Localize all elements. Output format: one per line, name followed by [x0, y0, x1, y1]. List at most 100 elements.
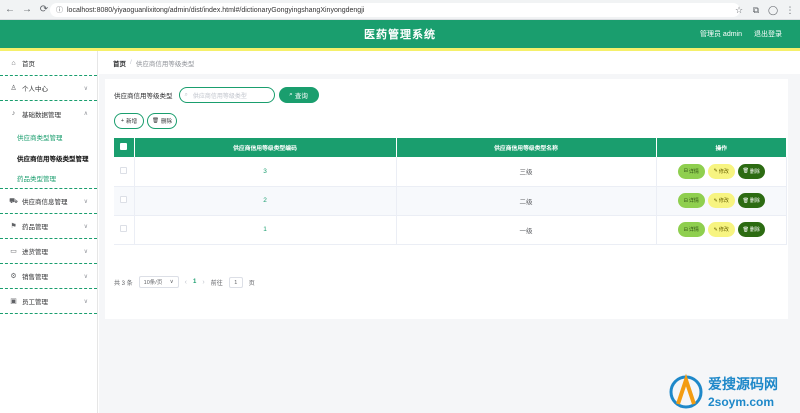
reload-icon[interactable]: ⟳ [37, 3, 51, 17]
app-title: 医药管理系统 [364, 29, 436, 41]
cell-ops: ⊟ 详情 ✎ 修改 🗑 删除 [656, 157, 787, 187]
search-button[interactable]: ⌕ 查询 [278, 87, 319, 103]
page-size-select[interactable]: 10条/页 ∨ [138, 276, 179, 288]
pagination: 共 3 条 10条/页 ∨ ‹ 1 › 前往 1 页 [114, 276, 255, 288]
chevron-down-icon: ∨ [83, 85, 88, 92]
data-table: 供应商信用等级类型编码 供应商信用等级类型名称 操作 3 三级 ⊟ 详情 ✎ 修改 … [114, 138, 787, 245]
page-number[interactable]: 1 [193, 279, 196, 285]
sidebar-item-home[interactable]: ⌂ 首页 [0, 51, 97, 76]
content-panel: 供应商信用等级类型 ⌕ 供应商信用等级类型 ⌕ 查询 + 新增 🗑 删除 供应商… [105, 79, 788, 319]
forward-arrow-icon[interactable]: → [20, 3, 34, 17]
sidebar-sub-supplier-type[interactable]: 供应商类型管理 [0, 126, 97, 147]
menu-icon[interactable]: ⋮ [784, 3, 796, 17]
chevron-down-icon: ∨ [83, 223, 88, 230]
trash-icon: 🗑 [742, 197, 749, 204]
main-content: 首页 / 供应商信用等级类型 供应商信用等级类型 ⌕ 供应商信用等级类型 ⌕ 查… [99, 51, 800, 413]
trash-icon: 🗑 [152, 118, 159, 124]
breadcrumb-home[interactable]: 首页 [113, 58, 126, 68]
sidebar-sub-drug-type[interactable]: 药品类型管理 [0, 168, 97, 189]
logout-link[interactable]: 退出登录 [754, 29, 782, 39]
sidebar-item-profile[interactable]: ♙ 个人中心 ∨ [0, 76, 97, 101]
sidebar-item-drugs[interactable]: ⚑ 药品管理 ∨ [0, 214, 97, 239]
cell-ops: ⊟ 详情 ✎ 修改 🗑 删除 [656, 186, 787, 216]
edit-button[interactable]: ✎ 修改 [707, 222, 735, 237]
cell-name: 三级 [396, 157, 657, 187]
delete-button[interactable]: 🗑 删除 [737, 222, 765, 237]
back-arrow-icon[interactable]: ← [3, 3, 17, 17]
table-row: 1 一级 ⊟ 详情 ✎ 修改 🗑 删除 [114, 215, 787, 245]
cart-icon: ▭ [10, 248, 17, 255]
sidebar-item-staff[interactable]: ▣ 员工管理 ∨ [0, 289, 97, 314]
flag-icon: ⚑ [10, 223, 17, 230]
edit-icon: ✎ [713, 226, 718, 233]
chevron-down-icon: ∨ [83, 248, 88, 255]
detail-button[interactable]: ⊟ 详情 [677, 163, 705, 179]
add-button[interactable]: + 新增 [114, 113, 144, 129]
delete-button[interactable]: 🗑 删除 [737, 193, 765, 208]
address-bar[interactable]: ⓘ localhost:8080/yiyaoguanlixitong/admin… [50, 3, 740, 17]
delete-button[interactable]: 🗑 删除 [737, 163, 765, 179]
cell-code: 2 [134, 186, 397, 216]
home-icon: ⌂ [11, 59, 16, 67]
prev-page-icon[interactable]: ‹ [185, 279, 187, 286]
select-all-checkbox[interactable] [114, 138, 135, 157]
briefcase-icon: ▣ [10, 298, 17, 305]
trash-icon: 🗑 [742, 168, 749, 175]
sidebar-item-sales[interactable]: ⚙ 销售管理 ∨ [0, 264, 97, 289]
table-header-row: 供应商信用等级类型编码 供应商信用等级类型名称 操作 [114, 138, 787, 157]
sidebar-sub-credit-level[interactable]: 供应商信用等级类型管理 [0, 147, 97, 168]
detail-icon: ⊟ [683, 197, 688, 204]
sidebar: ⌂ 首页 ♙ 个人中心 ∨ ♪ 基础数据管理 ∧ 供应商类型管理 供应商信用等级… [0, 51, 98, 413]
table-row: 2 二级 ⊟ 详情 ✎ 修改 🗑 删除 [114, 186, 787, 216]
trash-icon: 🗑 [742, 226, 749, 233]
search-placeholder: 供应商信用等级类型 [192, 93, 247, 100]
settings-icon: ⚙ [10, 273, 17, 280]
batch-delete-button[interactable]: 🗑 删除 [147, 113, 177, 129]
watermark-cn: 爱搜源码网 [708, 376, 778, 392]
sidebar-item-basic-data[interactable]: ♪ 基础数据管理 ∧ [0, 101, 97, 126]
goto-label: 前往 [210, 280, 223, 287]
user-icon: ♙ [10, 85, 17, 92]
edit-icon: ✎ [713, 168, 718, 175]
table-row: 3 三级 ⊟ 详情 ✎ 修改 🗑 删除 [114, 157, 787, 187]
cell-code: 1 [134, 215, 397, 245]
cell-name: 一级 [396, 215, 657, 245]
search-icon: ⌕ [289, 91, 293, 98]
search-icon: ⌕ [184, 91, 188, 98]
goto-unit: 页 [248, 280, 255, 287]
row-checkbox[interactable] [114, 186, 135, 216]
search-label: 供应商信用等级类型 [114, 93, 173, 100]
goto-page-input[interactable]: 1 [228, 276, 243, 288]
action-buttons: + 新增 🗑 删除 [114, 113, 177, 129]
cell-ops: ⊟ 详情 ✎ 修改 🗑 删除 [656, 215, 787, 245]
url-text: localhost:8080/yiyaoguanlixitong/admin/d… [67, 6, 365, 14]
plus-icon: + [120, 118, 125, 124]
breadcrumb-separator: / [130, 59, 132, 66]
row-checkbox[interactable] [114, 215, 135, 245]
next-page-icon[interactable]: › [202, 279, 204, 286]
star-icon[interactable]: ☆ [733, 3, 745, 17]
chevron-down-icon: ∨ [169, 279, 174, 285]
column-header-name: 供应商信用等级类型名称 [396, 138, 657, 157]
watermark-logo: 爱搜源码网 2soym.com [669, 373, 778, 409]
detail-button[interactable]: ⊟ 详情 [677, 193, 705, 208]
extensions-icon[interactable]: ⧉ [750, 3, 762, 17]
chevron-up-icon: ∧ [83, 111, 88, 117]
app-header: 医药管理系统 管理员 admin 退出登录 [0, 20, 800, 48]
search-input[interactable]: ⌕ 供应商信用等级类型 [178, 87, 275, 103]
current-user: 管理员 admin [699, 31, 742, 38]
edit-button[interactable]: ✎ 修改 [707, 193, 735, 208]
edit-button[interactable]: ✎ 修改 [707, 163, 735, 179]
breadcrumb-current: 供应商信用等级类型 [135, 60, 195, 68]
sidebar-item-purchase[interactable]: ▭ 进货管理 ∨ [0, 239, 97, 264]
mic-icon: ♪ [11, 110, 16, 117]
chevron-down-icon: ∨ [83, 298, 88, 305]
detail-button[interactable]: ⊟ 详情 [677, 222, 705, 237]
pagination-total: 共 3 条 [114, 280, 133, 287]
row-checkbox[interactable] [114, 157, 135, 187]
breadcrumb: 首页 / 供应商信用等级类型 [99, 51, 800, 74]
sidebar-item-supplier[interactable]: ⛟ 供应商信息管理 ∨ [0, 189, 97, 214]
profile-icon[interactable]: ◯ [767, 3, 779, 17]
detail-icon: ⊟ [683, 168, 688, 175]
detail-icon: ⊟ [683, 226, 688, 233]
